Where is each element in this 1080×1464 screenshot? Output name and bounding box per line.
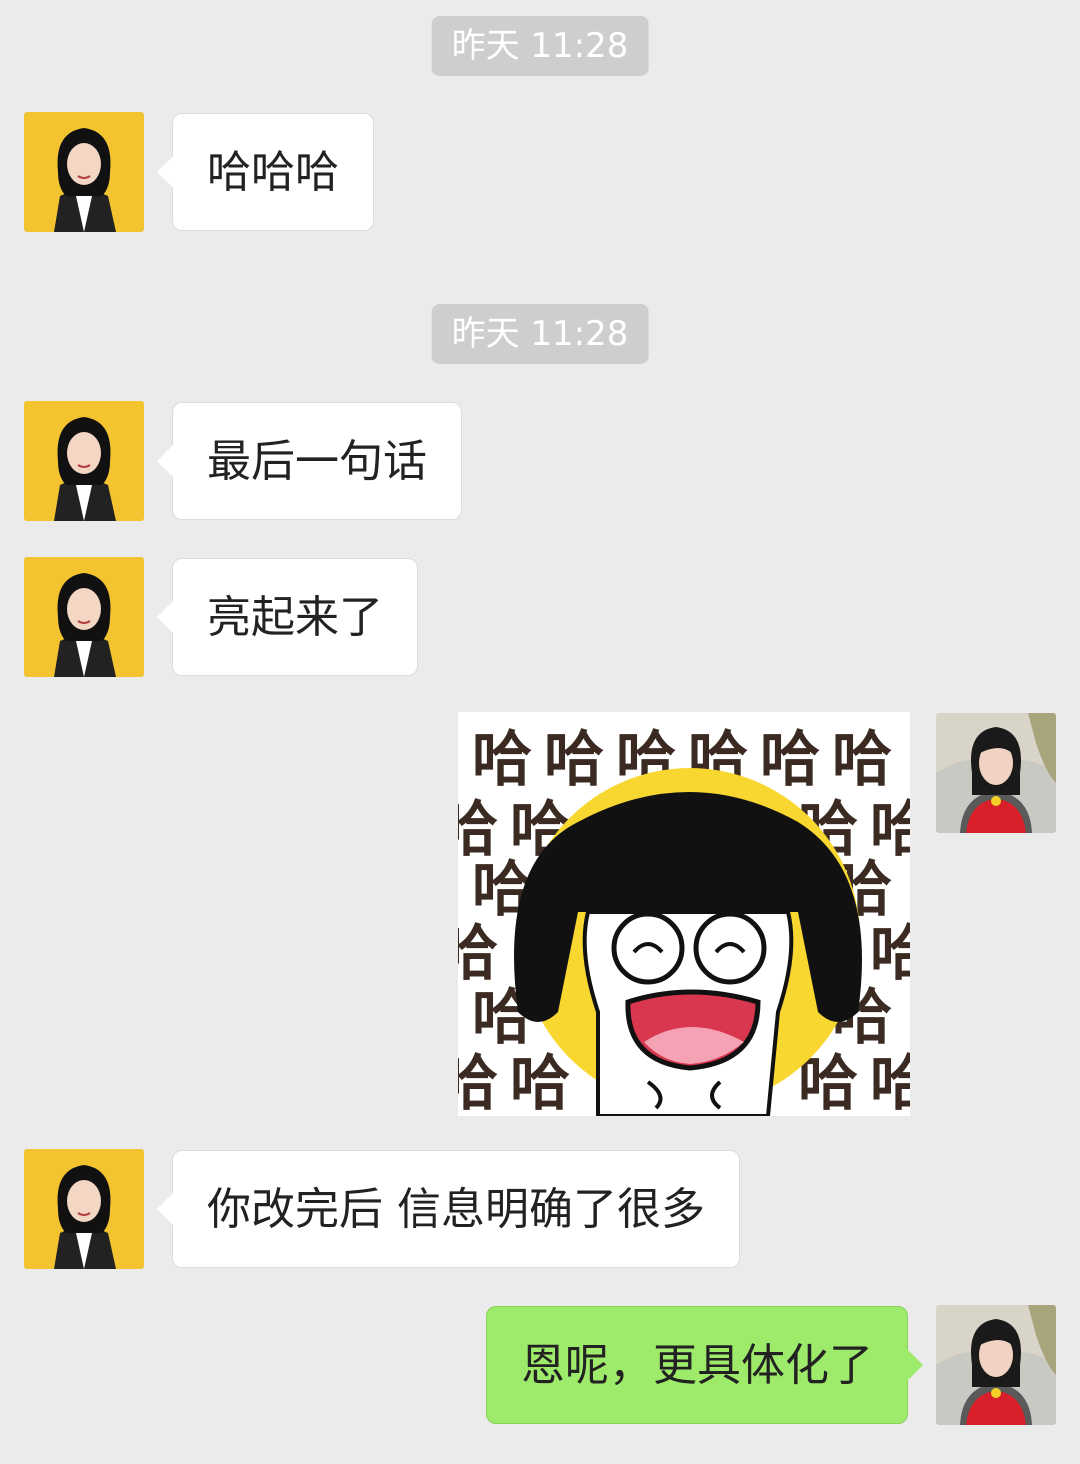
contact-avatar[interactable] <box>24 1149 144 1269</box>
sticker-ha-text: 哈 <box>472 725 532 795</box>
contact-avatar[interactable] <box>24 401 144 521</box>
my-avatar-partial <box>936 1460 1056 1464</box>
sticker-ha-text: 哈 <box>870 1049 910 1116</box>
timestamp: 昨天 11:28 <box>431 16 649 76</box>
sticker-ha-text: 哈 <box>760 725 820 795</box>
timestamp: 昨天 11:28 <box>431 304 649 364</box>
contact-avatar[interactable] <box>24 557 144 677</box>
sticker-ha-text: 哈 <box>510 1049 570 1116</box>
contact-avatar[interactable] <box>24 112 144 232</box>
laughing-girl-sticker[interactable]: 哈 哈 哈 哈 哈 哈 哈 哈 哈 哈 哈 哈 哈 哈 哈 哈 哈 哈 哈 哈 <box>458 712 910 1116</box>
sticker-ha-text: 哈 <box>544 725 604 795</box>
message-bubble-incoming[interactable]: 亮起来了 <box>157 558 418 676</box>
sticker-ha-text: 哈 <box>458 919 498 989</box>
sticker-ha-text: 哈 <box>458 1049 498 1116</box>
message-bubble-outgoing[interactable]: 恩呢，更具体化了 <box>486 1306 923 1424</box>
my-avatar[interactable] <box>936 713 1056 833</box>
message-bubble-incoming[interactable]: 哈哈哈 <box>157 113 374 231</box>
sticker-ha-text: 哈 <box>832 725 892 795</box>
message-bubble-incoming[interactable]: 你改完后 信息明确了很多 <box>157 1150 740 1268</box>
my-avatar[interactable] <box>936 1305 1056 1425</box>
sticker-ha-text: 哈 <box>870 919 910 989</box>
message-bubble-incoming[interactable]: 最后一句话 <box>157 402 462 520</box>
